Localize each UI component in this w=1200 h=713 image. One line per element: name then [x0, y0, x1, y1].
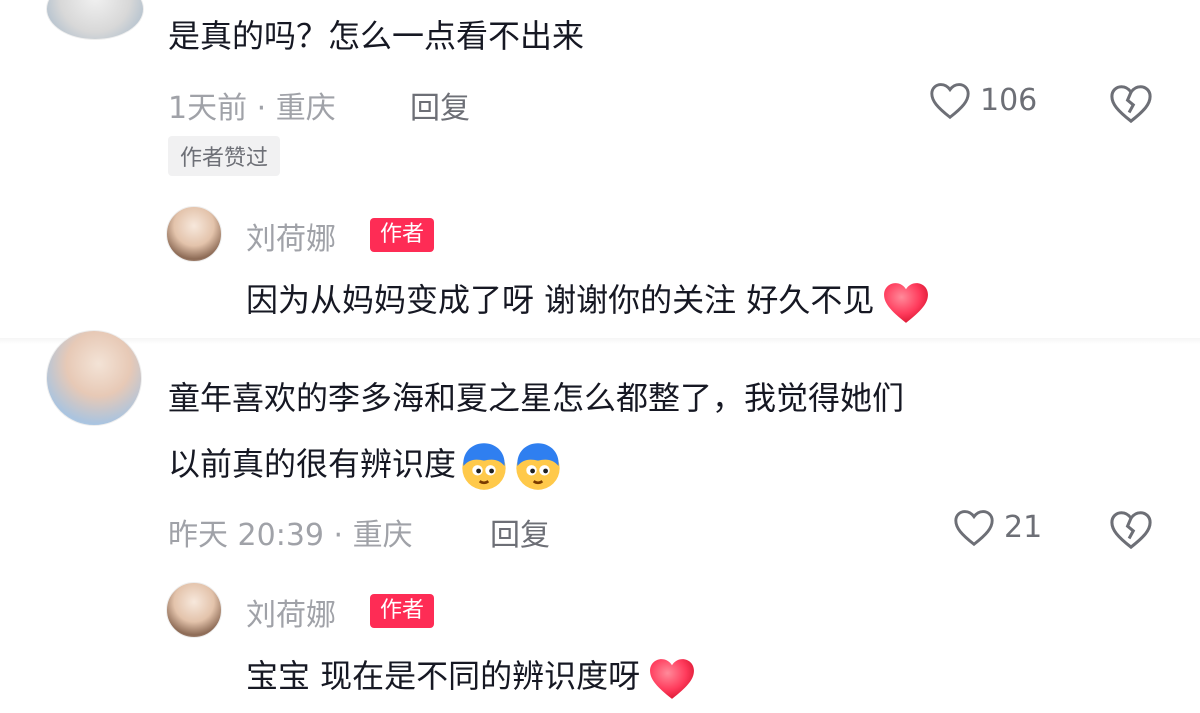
author-avatar[interactable]	[166, 206, 222, 262]
broken-heart-icon[interactable]	[1108, 508, 1154, 550]
broken-heart-icon[interactable]	[1108, 82, 1154, 124]
blue-hair-face-emoji	[462, 443, 506, 490]
red-heart-emoji	[650, 659, 695, 699]
author-tag: 作者	[370, 218, 435, 252]
comment-text-line2-row: 以前真的很有辨识度	[168, 440, 564, 492]
reply-button[interactable]: 回复	[410, 83, 470, 127]
author-name[interactable]: 刘荷娜	[246, 214, 336, 258]
reply-text: 宝宝 现在是不同的辨识度呀	[246, 657, 641, 695]
comment-1: 是真的吗？怎么一点看不出来 1天前 · 重庆 回复 106 作者赞过	[0, 0, 1200, 190]
comment-meta: 1天前 · 重庆	[168, 91, 336, 126]
author-avatar[interactable]	[166, 582, 222, 638]
like-button[interactable]: 106	[928, 80, 1037, 120]
author-name[interactable]: 刘荷娜	[246, 590, 336, 634]
reply-text-row: 因为从妈妈变成了呀 谢谢你的关注 好久不见	[246, 278, 932, 325]
comment-text-line2: 以前真的很有辨识度	[168, 445, 457, 483]
heart-outline-icon	[930, 83, 970, 120]
comment-text-line1: 童年喜欢的李多海和夏之星怎么都整了，我觉得她们	[168, 379, 905, 417]
avatar[interactable]	[46, 330, 142, 426]
reply-1: 刘荷娜 作者 因为从妈妈变成了呀 谢谢你的关注 好久不见	[0, 190, 1200, 338]
heart-outline-icon	[954, 510, 994, 547]
like-count: 21	[1004, 509, 1043, 545]
reply-2: 刘荷娜 作者 宝宝 现在是不同的辨识度呀	[0, 570, 1200, 713]
reply-text-row: 宝宝 现在是不同的辨识度呀	[246, 654, 698, 701]
like-button[interactable]: 21	[952, 507, 1042, 547]
avatar[interactable]	[46, 0, 144, 40]
reply-button[interactable]: 回复	[490, 510, 550, 554]
comment-text: 是真的吗？怎么一点看不出来	[168, 17, 585, 55]
red-heart-emoji	[884, 283, 929, 323]
reply-text: 因为从妈妈变成了呀 谢谢你的关注 好久不见	[246, 281, 875, 319]
like-count: 106	[980, 82, 1038, 118]
comment-2: 童年喜欢的李多海和夏之星怎么都整了，我觉得她们 以前真的很有辨识度 昨天 20:…	[0, 330, 1200, 570]
comment-meta: 昨天 20:39 · 重庆	[168, 518, 413, 553]
author-tag: 作者	[370, 594, 435, 628]
blue-hair-face-emoji	[516, 443, 560, 490]
author-liked-badge: 作者赞过	[168, 136, 281, 176]
